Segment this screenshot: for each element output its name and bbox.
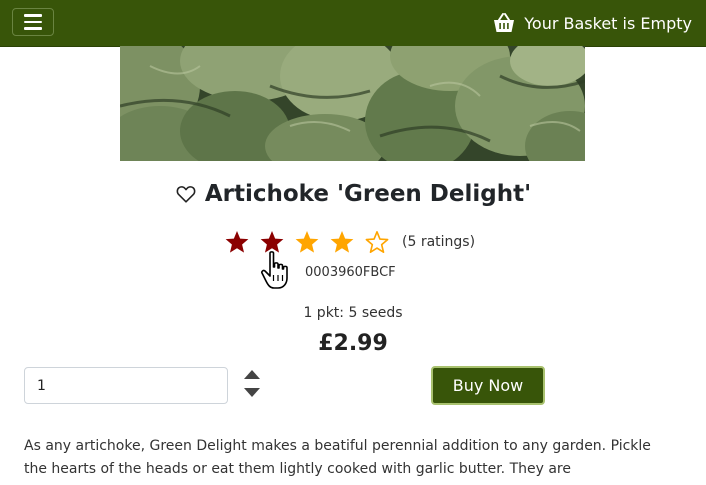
- increment-arrow-icon[interactable]: [244, 370, 260, 379]
- hamburger-icon: [24, 14, 42, 17]
- heart-outline-icon[interactable]: [175, 183, 197, 205]
- quantity-input[interactable]: [24, 367, 228, 404]
- artichoke-photo: [120, 46, 585, 161]
- product-price: £2.99: [318, 331, 388, 356]
- star-icon[interactable]: [224, 229, 250, 255]
- basket-link[interactable]: Your Basket is Empty: [492, 10, 692, 36]
- star-icon[interactable]: [329, 229, 355, 255]
- rating-count: (5 ratings): [402, 234, 476, 250]
- top-navbar: Your Basket is Empty: [0, 0, 706, 47]
- star-icon[interactable]: [294, 229, 320, 255]
- star-outline-icon[interactable]: [364, 229, 390, 255]
- basket-icon: [494, 13, 515, 32]
- product-sku: 0003960FBCF: [305, 265, 396, 280]
- product-image: [120, 46, 585, 161]
- product-description: As any artichoke, Green Delight makes a …: [24, 438, 651, 477]
- product-title: Artichoke 'Green Delight': [204, 181, 532, 207]
- menu-button[interactable]: [12, 8, 54, 36]
- hand-pointer-cursor-icon: [261, 251, 288, 289]
- buy-now-button[interactable]: Buy Now: [431, 366, 545, 405]
- pack-size: 1 pkt: 5 seeds: [303, 305, 403, 321]
- product-title-row: Artichoke 'Green Delight': [0, 181, 706, 207]
- basket-status: Your Basket is Empty: [524, 13, 692, 33]
- decrement-arrow-icon[interactable]: [244, 388, 260, 397]
- quantity-stepper[interactable]: [242, 370, 262, 400]
